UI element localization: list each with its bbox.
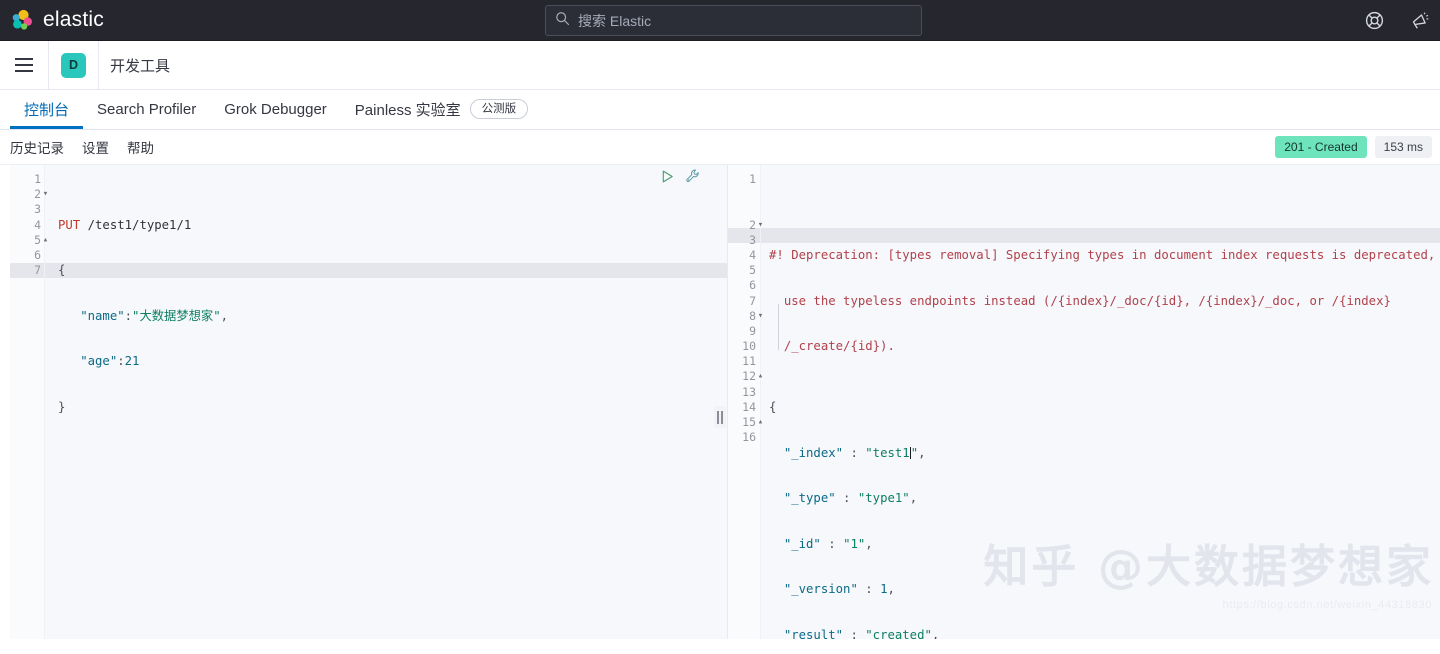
history-link[interactable]: 历史记录 bbox=[10, 137, 64, 157]
watermark-url: https://blog.csdn.net/weixin_44318830 bbox=[1223, 599, 1432, 611]
tab-painless-lab-label: Painless 实验室 bbox=[355, 99, 461, 120]
gutter-line: 4 bbox=[728, 248, 756, 263]
header-divider bbox=[48, 41, 49, 90]
send-request-play-icon[interactable] bbox=[660, 169, 675, 184]
news-megaphone-icon[interactable] bbox=[1410, 11, 1430, 30]
tab-console-label: 控制台 bbox=[24, 99, 69, 120]
brand-name: elastic bbox=[43, 8, 104, 32]
warning-line: use the typeless endpoints instead (/{in… bbox=[769, 294, 1440, 309]
gutter-line: 13 bbox=[728, 385, 756, 400]
request-pane[interactable]: 1 2▾ 3 4 5▴ 6 7 PUT /test1/type1/1 { "na… bbox=[0, 165, 728, 639]
gutter-line: 3 bbox=[10, 202, 41, 217]
hamburger-menu-icon[interactable] bbox=[0, 41, 48, 89]
search-icon bbox=[555, 11, 570, 31]
pane-resize-handle[interactable] bbox=[714, 406, 726, 428]
gutter-line: 11 bbox=[728, 354, 756, 369]
watermark: 知乎 @大数据梦想家 bbox=[983, 530, 1434, 595]
gutter-line: 10 bbox=[728, 339, 756, 354]
code-line bbox=[58, 446, 727, 461]
help-link[interactable]: 帮助 bbox=[127, 137, 154, 157]
gutter-line: 4 bbox=[10, 218, 41, 233]
response-pane[interactable]: 1 2▾ 3 4 5 6 7 8▾ 9 10 11 12▴ 13 14 15▴ … bbox=[728, 165, 1440, 639]
page-title: 开发工具 bbox=[98, 41, 170, 90]
code-line: { bbox=[58, 263, 727, 278]
gutter-line: 7 bbox=[10, 263, 41, 278]
global-header: elastic 搜索 Elastic bbox=[0, 0, 1440, 41]
app-badge: D bbox=[61, 53, 86, 78]
wrench-icon[interactable] bbox=[685, 168, 701, 184]
left-margin bbox=[0, 165, 10, 639]
search-input[interactable]: 搜索 Elastic bbox=[578, 11, 651, 31]
code-line: "age":21 bbox=[58, 354, 727, 369]
gutter-line: 6 bbox=[10, 248, 41, 263]
warning-line: #! Deprecation: [types removal] Specifyi… bbox=[769, 248, 1440, 263]
gutter-line: 9 bbox=[728, 324, 756, 339]
gutter-line: 8▾ bbox=[728, 309, 756, 324]
gutter-line: 16 bbox=[728, 430, 756, 445]
gutter-line: 2▾ bbox=[728, 218, 756, 233]
response-gutter: 1 2▾ 3 4 5 6 7 8▾ 9 10 11 12▴ 13 14 15▴ … bbox=[728, 165, 761, 639]
gutter-line: 2▾ bbox=[10, 187, 41, 202]
warning-line: /_create/{id}). bbox=[769, 339, 1440, 354]
gutter-line: 1 bbox=[728, 172, 756, 218]
console-toolbar: 历史记录 设置 帮助 201 - Created 153 ms bbox=[0, 130, 1440, 165]
elastic-logo-icon bbox=[10, 8, 34, 32]
global-search[interactable]: 搜索 Elastic bbox=[545, 5, 922, 36]
tab-painless-lab[interactable]: Painless 实验室 公测版 bbox=[341, 89, 542, 129]
tab-grok-debugger-label: Grok Debugger bbox=[224, 101, 327, 118]
beta-badge: 公测版 bbox=[470, 99, 529, 120]
settings-link[interactable]: 设置 bbox=[82, 137, 109, 157]
gutter-line: 14 bbox=[728, 400, 756, 415]
deprecation-line-1: #! Deprecation: [types removal] Specifyi… bbox=[769, 248, 1435, 262]
gutter-line: 12▴ bbox=[728, 369, 756, 384]
status-badge: 201 - Created bbox=[1275, 136, 1366, 158]
tab-search-profiler-label: Search Profiler bbox=[97, 101, 196, 118]
help-lifebuoy-icon[interactable] bbox=[1365, 11, 1384, 30]
gutter-line: 5 bbox=[728, 263, 756, 278]
header-right-icons bbox=[1365, 0, 1430, 41]
tab-bar: 控制台 Search Profiler Grok Debugger Painle… bbox=[0, 90, 1440, 130]
code-line: } bbox=[58, 400, 727, 415]
app-header: D 开发工具 bbox=[0, 41, 1440, 90]
code-line bbox=[58, 491, 727, 506]
tab-grok-debugger[interactable]: Grok Debugger bbox=[210, 89, 341, 129]
gutter-line: 15▴ bbox=[728, 415, 756, 430]
deprecation-line-2: use the typeless endpoints instead (/{in… bbox=[784, 294, 1391, 308]
brand[interactable]: elastic bbox=[0, 8, 104, 32]
tab-search-profiler[interactable]: Search Profiler bbox=[83, 89, 210, 129]
gutter-line: 5▴ bbox=[10, 233, 41, 248]
code-line: PUT /test1/type1/1 bbox=[58, 218, 727, 233]
gutter-line: 7 bbox=[728, 294, 756, 309]
editor-area: 1 2▾ 3 4 5▴ 6 7 PUT /test1/type1/1 { "na… bbox=[0, 165, 1440, 639]
code-line: "_index" : "test1", bbox=[769, 446, 1440, 461]
request-actions bbox=[660, 168, 701, 184]
code-line: "name":"大数据梦想家", bbox=[58, 309, 727, 324]
request-code[interactable]: PUT /test1/type1/1 { "name":"大数据梦想家", "a… bbox=[45, 165, 727, 639]
status-area: 201 - Created 153 ms bbox=[1275, 136, 1432, 158]
deprecation-line-3: /_create/{id}). bbox=[784, 339, 895, 353]
gutter-line: 1 bbox=[10, 172, 41, 187]
gutter-line: 6 bbox=[728, 278, 756, 293]
elapsed-badge: 153 ms bbox=[1375, 136, 1432, 158]
code-line: "_type" : "type1", bbox=[769, 491, 1440, 506]
code-line: { bbox=[769, 400, 1440, 415]
code-line: "result" : "created", bbox=[769, 628, 1440, 639]
tab-console[interactable]: 控制台 bbox=[10, 89, 83, 129]
gutter-line: 3 bbox=[728, 233, 756, 248]
request-gutter: 1 2▾ 3 4 5▴ 6 7 bbox=[10, 165, 45, 639]
